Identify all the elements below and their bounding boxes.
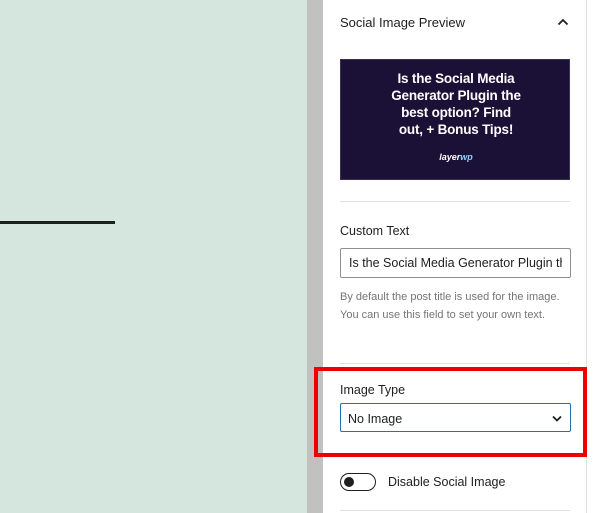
preview-headline-line: best option? Find — [401, 105, 511, 120]
custom-text-label: Custom Text — [340, 224, 410, 238]
custom-text-input[interactable] — [340, 248, 571, 278]
preview-headline-line: out, + Bonus Tips! — [398, 122, 514, 137]
panel-title: Social Image Preview — [340, 14, 465, 30]
editor-canvas[interactable] — [0, 0, 307, 513]
logo-primary: layer — [439, 152, 461, 162]
disable-social-image-toggle[interactable] — [340, 473, 376, 491]
image-type-selected-value: No Image — [348, 411, 403, 426]
section-divider — [340, 510, 570, 511]
window-edge — [587, 0, 604, 513]
logo-accent: wp — [460, 152, 473, 162]
image-type-select[interactable]: No Image — [340, 403, 571, 432]
scrollbar-track[interactable] — [307, 0, 323, 513]
custom-text-help: By default the post title is used for th… — [340, 291, 560, 321]
image-type-label: Image Type — [340, 383, 406, 397]
preview-headline-line: Generator Plugin the — [391, 88, 521, 103]
chevron-up-icon[interactable] — [556, 15, 570, 29]
preview-headline-line: Is the Social Media — [397, 71, 515, 86]
social-image-preview-panel-toggle[interactable]: Social Image Preview — [340, 0, 570, 44]
disable-social-image-label: Disable Social Image — [388, 475, 506, 489]
layerwp-logo: layerwp — [341, 152, 569, 162]
section-divider — [340, 363, 570, 364]
chevron-down-icon — [552, 409, 562, 427]
preview-headline: Is the Social Media Generator Plugin the… — [341, 70, 569, 138]
toggle-knob — [344, 477, 354, 487]
social-image-preview: Is the Social Media Generator Plugin the… — [340, 59, 570, 180]
canvas-separator-line — [0, 221, 115, 224]
settings-sidebar: Social Image Preview Is the Social Media… — [323, 0, 586, 513]
section-divider — [340, 201, 570, 202]
